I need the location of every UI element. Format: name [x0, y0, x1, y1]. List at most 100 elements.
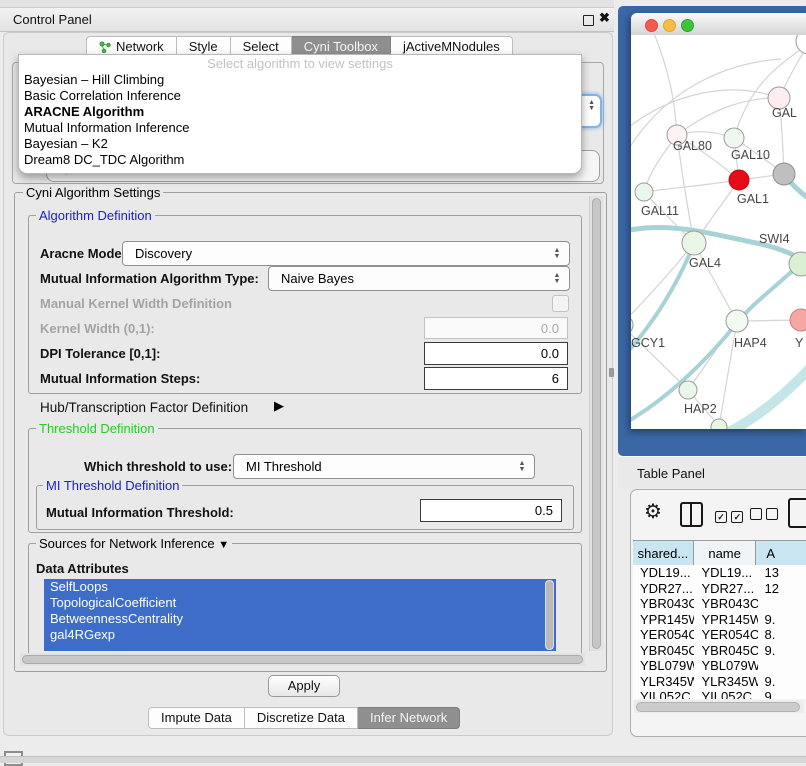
dpi-tolerance-label: DPI Tolerance [0,1]: [40, 346, 160, 361]
cyni-settings-title: Cyni Algorithm Settings [23, 185, 163, 200]
network-edge[interactable] [653, 35, 677, 135]
tab-infer-network[interactable]: Infer Network [358, 707, 460, 729]
zoom-window-icon[interactable] [681, 19, 694, 32]
mi-threshold-field[interactable] [420, 499, 562, 522]
network-node[interactable] [773, 163, 795, 185]
network-node-label: GAL1 [737, 192, 769, 206]
table-row[interactable]: YDL19...YDL19...13 [633, 565, 806, 581]
aracne-mode-combobox[interactable]: Discovery ▲▼ [122, 241, 570, 266]
which-threshold-value: MI Threshold [234, 459, 514, 474]
network-canvas[interactable]: GALGAL80GAL10GAL1GAL11SWI4GAL4GCY1HAP4YH… [631, 35, 806, 429]
network-node[interactable] [635, 183, 653, 201]
network-node[interactable] [726, 310, 748, 332]
function-builder-icon[interactable] [788, 498, 806, 528]
deselect-all-columns-icon[interactable] [750, 507, 778, 525]
table-cell: YBL079W [694, 658, 757, 674]
table-row[interactable]: YBR043CYBR043C [633, 596, 806, 612]
mi-steps-label: Mutual Information Steps: [40, 371, 200, 386]
attributes-list-scrollbar[interactable] [545, 580, 554, 650]
network-node[interactable] [682, 231, 706, 255]
attribute-list-item[interactable]: TopologicalCoefficient [44, 595, 556, 611]
close-panel-icon[interactable]: ✖ [599, 10, 610, 26]
network-node[interactable] [711, 419, 727, 429]
mi-threshold-label: Mutual Information Threshold: [46, 505, 234, 520]
attribute-list-item[interactable]: SelfLoops [44, 579, 556, 595]
collapse-arrow-right-icon[interactable]: ▶ [274, 398, 284, 414]
tab-discretize-data[interactable]: Discretize Data [245, 707, 358, 729]
table-cell: YDR27... [694, 581, 757, 597]
table-rows[interactable]: YDL19...YDL19...13YDR27...YDR27...12YBR0… [633, 565, 806, 699]
network-node[interactable] [724, 128, 744, 148]
network-node-label: HAP4 [734, 336, 767, 350]
table-panel: ⚙ ✓ ✓ shared... name A YDL19...YDL19...1… [630, 489, 806, 737]
collapse-arrow-down-icon[interactable]: ▼ [218, 539, 229, 551]
algorithm-dropdown-list: Bayesian – Hill ClimbingBasic Correlatio… [19, 72, 581, 168]
network-edge[interactable] [644, 180, 739, 192]
column-header-a[interactable]: A [756, 541, 806, 565]
algorithm-option[interactable]: Bayesian – K2 [19, 136, 581, 152]
dpi-tolerance-field[interactable] [424, 342, 568, 365]
attribute-list-item[interactable]: BetweennessCentrality [44, 611, 556, 627]
table-horizontal-scrollbar[interactable] [634, 700, 804, 713]
hub-section-label[interactable]: Hub/Transcription Factor Definition [40, 400, 248, 415]
algorithm-option[interactable]: ARACNE Algorithm [19, 104, 581, 120]
network-node[interactable] [679, 381, 697, 399]
algorithm-option[interactable]: Mutual Information Inference [19, 120, 581, 136]
network-node-label: GAL11 [641, 204, 679, 218]
algorithm-option[interactable]: Basic Correlation Inference [19, 88, 581, 104]
table-cell: 13 [758, 565, 806, 581]
sources-title: Sources for Network Inference [39, 536, 215, 551]
attribute-list-item[interactable]: gal4RGexp [44, 627, 556, 643]
table-cell: YPR145W [694, 612, 757, 628]
network-node[interactable] [790, 309, 806, 331]
split-columns-icon[interactable] [680, 502, 703, 527]
settings-horizontal-scrollbar[interactable] [20, 653, 585, 666]
network-node[interactable] [631, 315, 633, 335]
gear-icon[interactable]: ⚙ [644, 499, 662, 524]
table-cell: YBR045C [633, 643, 694, 659]
data-attributes-list[interactable]: SelfLoopsTopologicalCoefficientBetweenne… [44, 579, 556, 651]
kernel-width-field[interactable] [424, 317, 568, 339]
table-row[interactable]: YBL079WYBL079W [633, 658, 806, 674]
table-cell: YBR043C [633, 596, 694, 612]
network-edge[interactable] [631, 90, 779, 130]
which-threshold-combobox[interactable]: MI Threshold ▲▼ [233, 454, 535, 479]
close-window-icon[interactable] [645, 19, 658, 32]
table-row[interactable]: YLR345WYLR345W9. [633, 674, 806, 690]
network-edge-thick[interactable] [723, 365, 806, 429]
algorithm-option[interactable]: Dream8 DC_TDC Algorithm [19, 152, 581, 168]
table-row[interactable]: YDR27...YDR27...12 [633, 581, 806, 597]
table-row[interactable]: YIL052CYIL052C9. [633, 689, 806, 699]
threshold-definition-title: Threshold Definition [36, 421, 158, 436]
table-panel-title: Table Panel [637, 466, 705, 481]
column-header-name[interactable]: name [694, 541, 756, 565]
minimize-window-icon[interactable] [663, 19, 676, 32]
table-cell: YDL19... [633, 565, 694, 581]
tab-impute-data[interactable]: Impute Data [148, 707, 245, 729]
table-cell: YBR043C [694, 596, 757, 612]
tab-discretize-data-label: Discretize Data [257, 708, 345, 728]
manual-kernel-checkbox[interactable] [552, 295, 569, 312]
mi-steps-field[interactable] [424, 367, 568, 390]
dropdown-placeholder: Select algorithm to view settings [19, 55, 581, 72]
settings-vertical-scrollbar[interactable] [589, 196, 603, 651]
tab-infer-network-label: Infer Network [370, 708, 447, 728]
network-edge[interactable] [694, 243, 737, 321]
table-row[interactable]: YPR145WYPR145W9. [633, 612, 806, 628]
table-cell: YBL079W [633, 658, 694, 674]
apply-button[interactable]: Apply [268, 675, 340, 697]
table-cell: 9. [758, 612, 806, 628]
mi-type-combobox[interactable]: Naive Bayes ▲▼ [268, 266, 570, 291]
algorithm-option[interactable]: Bayesian – Hill Climbing [19, 72, 581, 88]
panel-splitter-handle[interactable] [609, 368, 614, 377]
table-row[interactable]: YBR045CYBR045C9. [633, 643, 806, 659]
table-row[interactable]: YER054CYER054C8. [633, 627, 806, 643]
network-node-label: GAL4 [689, 256, 721, 270]
bottom-tabs: Impute Data Discretize Data Infer Networ… [148, 707, 460, 729]
network-edge[interactable] [631, 243, 694, 325]
select-all-columns-icon[interactable]: ✓ ✓ [715, 507, 743, 525]
float-panel-icon[interactable] [583, 15, 594, 26]
column-header-shared[interactable]: shared... [633, 541, 694, 565]
table-cell [758, 596, 806, 612]
network-node[interactable] [729, 170, 749, 190]
